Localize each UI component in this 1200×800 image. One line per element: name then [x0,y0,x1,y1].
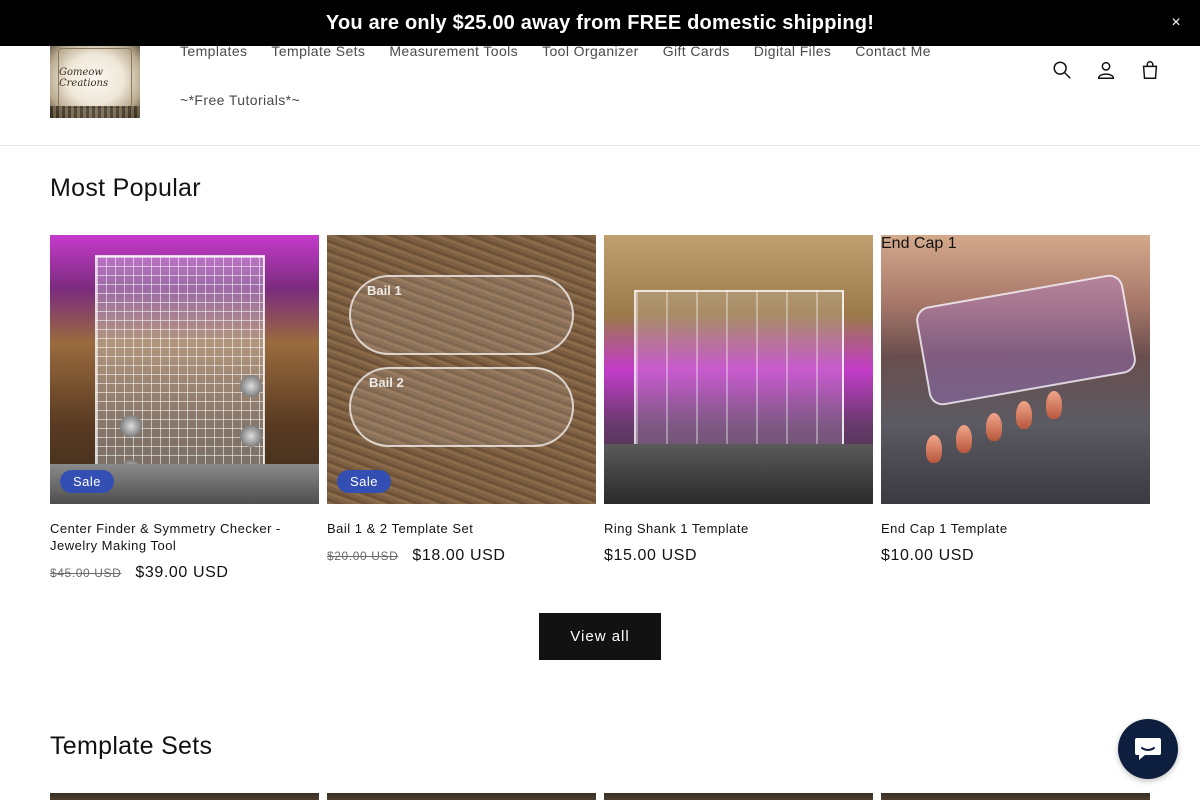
logo[interactable]: Gomeow Creations [50,40,140,118]
sale-badge: Sale [60,470,115,493]
cart-icon[interactable] [1138,58,1162,82]
header-icons [1050,58,1162,82]
product-card[interactable]: Bail 1 Bail 2 Sale Bail 1 & 2 Template S… [327,235,596,582]
logo-frame: Gomeow Creations [58,48,132,108]
image-detail [1016,401,1032,429]
image-detail [120,415,142,437]
product-image[interactable]: Bail 1 Bail 2 Sale [327,235,596,504]
nav-row-1: Templates Template Sets Measurement Tool… [168,43,958,59]
site-header: Gomeow Creations Templates Template Sets… [0,40,1200,146]
product-card[interactable]: Sale Center Finder & Symmetry Checker - … [50,235,319,582]
section-title-most-popular: Most Popular [50,174,201,202]
price-row: $15.00 USD [604,547,873,565]
product-image[interactable] [604,235,873,504]
product-image[interactable] [327,793,596,800]
product-title[interactable]: End Cap 1 Template [881,520,1150,537]
image-detail [926,435,942,463]
image-detail [95,255,265,485]
product-image[interactable] [881,793,1150,800]
template-sets-grid [50,793,1150,800]
chat-icon [1135,738,1161,760]
close-icon[interactable]: × [1166,13,1186,33]
sale-badge: Sale [337,470,392,493]
regular-price: $20.00 USD [327,549,399,563]
sale-price: $39.00 USD [135,564,229,581]
product-card[interactable]: Ring Shank 1 Template $15.00 USD [604,235,873,582]
view-all-button[interactable]: View all [539,613,661,660]
image-detail [604,444,873,504]
price-row: $20.00 USD $18.00 USD [327,547,596,565]
image-text: Bail 2 [369,375,404,390]
nav-item-free-tutorials[interactable]: ~*Free Tutorials*~ [168,92,312,108]
price: $10.00 USD [881,547,975,564]
price: $15.00 USD [604,547,698,564]
price-row: $10.00 USD [881,547,1150,565]
section-title-template-sets: Template Sets [50,732,213,760]
nav-row-2: ~*Free Tutorials*~ [168,92,958,108]
image-text: End Cap 1 [881,235,957,252]
image-text: Bail 1 [367,283,402,298]
product-image[interactable]: Sale [50,235,319,504]
main-nav: Templates Template Sets Measurement Tool… [168,43,958,108]
image-detail [634,290,844,450]
image-detail [986,413,1002,441]
chat-button[interactable] [1118,719,1178,779]
product-image[interactable] [50,793,319,800]
product-title[interactable]: Ring Shank 1 Template [604,520,873,537]
announcement-bar: You are only $25.00 away from FREE domes… [0,0,1200,46]
announcement-text: You are only $25.00 away from FREE domes… [325,11,875,34]
product-title[interactable]: Bail 1 & 2 Template Set [327,520,596,537]
image-detail [956,425,972,453]
product-image[interactable]: End Cap 1 [881,235,1150,504]
account-icon[interactable] [1094,58,1118,82]
product-card[interactable]: End Cap 1 End Cap 1 Template $10.00 USD [881,235,1150,582]
sale-price: $18.00 USD [412,547,506,564]
price-row: $45.00 USD $39.00 USD [50,564,319,582]
product-grid: Sale Center Finder & Symmetry Checker - … [50,235,1150,582]
image-detail [240,375,262,397]
image-detail [913,272,1139,408]
product-title[interactable]: Center Finder & Symmetry Checker - Jewel… [50,520,319,554]
regular-price: $45.00 USD [50,566,122,580]
search-icon[interactable] [1050,58,1074,82]
logo-ornament [50,106,140,118]
logo-text: Gomeow Creations [59,67,109,89]
image-detail [240,425,262,447]
image-detail [1046,391,1062,419]
product-image[interactable] [604,793,873,800]
